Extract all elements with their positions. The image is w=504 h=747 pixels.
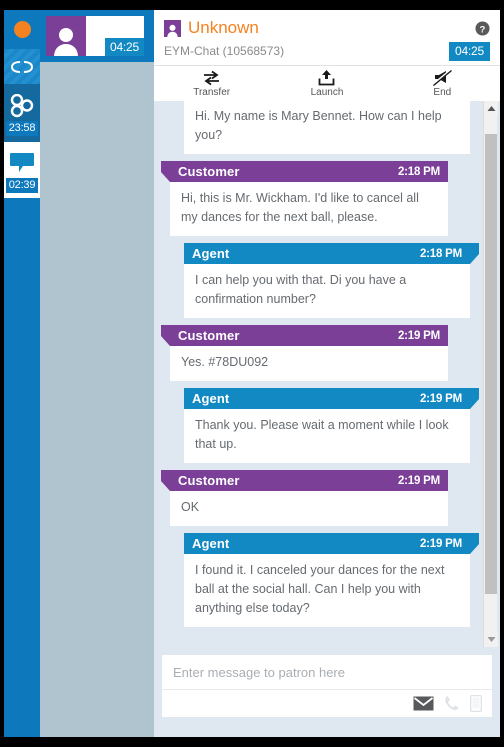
rail-badge-branch: 23:58 xyxy=(5,121,39,136)
message-header: Agent 2:19 PM xyxy=(184,533,479,554)
message-header: Customer 2:19 PM xyxy=(161,470,448,491)
launch-upload-icon xyxy=(319,70,335,86)
transfer-arrows-icon xyxy=(204,70,220,85)
email-icon[interactable] xyxy=(413,696,434,711)
end-button[interactable]: End xyxy=(385,69,500,98)
launch-button[interactable]: Launch xyxy=(269,69,384,98)
scroll-down-button[interactable] xyxy=(484,632,498,647)
message-timestamp: 2:19 PM xyxy=(397,474,440,487)
rail-item-branch-queue[interactable]: 23:58 xyxy=(4,84,40,142)
message-agent: Agent 2:18 PM I can help you with that. Di… xyxy=(184,243,479,318)
message-agent: Agent2:18 PMHi. My name is Mary Bennet. … xyxy=(184,101,470,154)
composer-actions xyxy=(162,689,492,717)
chat-application-window: 23:58 02:39 04:25 Unknown ? EYM-Chat (10… xyxy=(0,0,504,747)
mobile-icon xyxy=(470,695,482,712)
message-author: Agent xyxy=(192,246,230,261)
end-megaphone-off-icon xyxy=(432,69,452,86)
interaction-list-panel: 04:25 xyxy=(40,10,154,737)
person-icon xyxy=(54,28,78,56)
message-timestamp: 2:19 PM xyxy=(419,537,462,550)
message-author: Customer xyxy=(178,473,240,488)
rail-item-status-indicator[interactable] xyxy=(4,10,40,49)
scrollbar-thumb[interactable] xyxy=(485,134,497,594)
end-button-label: End xyxy=(433,87,452,98)
branch-nodes-icon xyxy=(10,94,34,118)
message-header: Agent 2:18 PM xyxy=(184,243,479,264)
chat-panel: Unknown ? EYM-Chat (10568573) 04:25 Tran… xyxy=(154,10,500,737)
message-header: Agent 2:19 PM xyxy=(184,388,479,409)
caret-down-icon xyxy=(487,637,495,642)
message-timestamp: 2:18 PM xyxy=(419,247,462,260)
message-customer: Customer 2:19 PM OK xyxy=(161,470,448,526)
interaction-card-timer: 04:25 xyxy=(104,38,144,56)
page-title: Unknown xyxy=(188,18,259,37)
transcript-scrollbar[interactable] xyxy=(483,101,498,647)
message-text: OK xyxy=(170,491,448,526)
chat-header: Unknown ? EYM-Chat (10568573) 04:25 xyxy=(154,10,500,65)
message-author: Customer xyxy=(178,164,240,179)
rail-badge-chat: 02:39 xyxy=(5,178,39,193)
orange-dot-icon xyxy=(13,21,31,38)
phone-icon xyxy=(444,695,460,712)
message-agent: Agent 2:19 PM Thank you. Please wait a mom… xyxy=(184,388,479,463)
help-circle-icon[interactable]: ? xyxy=(475,21,490,36)
message-author: Agent xyxy=(192,536,230,551)
chat-timer: 04:25 xyxy=(448,42,490,61)
message-customer: Customer 2:18 PM Hi, this is Mr. Wickham. … xyxy=(161,161,448,236)
avatar xyxy=(46,16,86,56)
person-icon xyxy=(167,24,178,37)
chat-transcript[interactable]: Agent 2:18 PM Hi. My name is Mary Bennet. … xyxy=(154,101,500,647)
launch-button-label: Launch xyxy=(310,87,344,98)
left-icon-rail: 23:58 02:39 xyxy=(4,10,40,737)
message-text: Hi, this is Mr. Wickham. I'd like to can… xyxy=(170,182,448,236)
message-customer: Customer 2:19 PM Yes. #78DU092 xyxy=(161,325,448,381)
message-timestamp: 2:18 PM xyxy=(397,165,440,178)
interaction-card[interactable]: 04:25 xyxy=(40,10,154,62)
chat-toolbar: Transfer Launch End xyxy=(154,65,500,101)
caret-up-icon xyxy=(487,106,495,111)
chat-subtitle: EYM-Chat (10568573) xyxy=(164,44,285,58)
message-text: I found it. I canceled your dances for t… xyxy=(184,554,470,627)
message-text: Hi. My name is Mary Bennet. How can I he… xyxy=(184,101,470,154)
message-author: Agent xyxy=(192,391,230,406)
transfer-button-label: Transfer xyxy=(193,86,231,98)
message-text: Yes. #78DU092 xyxy=(170,346,448,381)
svg-text:?: ? xyxy=(480,24,486,34)
message-timestamp: 2:19 PM xyxy=(397,329,440,342)
message-composer xyxy=(162,655,492,717)
message-input[interactable] xyxy=(162,655,492,689)
message-text: I can help you with that. Di you have a … xyxy=(184,264,470,318)
message-header: Customer 2:19 PM xyxy=(161,325,448,346)
message-author: Customer xyxy=(178,328,240,343)
message-header: Customer 2:18 PM xyxy=(161,161,448,182)
message-timestamp: 2:19 PM xyxy=(419,392,462,405)
message-agent: Agent 2:19 PM I found it. I canceled your … xyxy=(184,533,479,627)
message-text: Thank you. Please wait a moment while I … xyxy=(184,409,470,463)
rail-item-link-disabled[interactable] xyxy=(4,49,40,84)
header-avatar xyxy=(164,19,181,37)
chat-bubble-icon xyxy=(10,153,34,172)
rail-item-chat-channel[interactable]: 02:39 xyxy=(4,142,40,198)
broken-link-icon xyxy=(10,60,34,73)
transfer-button[interactable]: Transfer xyxy=(154,70,269,98)
scroll-up-button[interactable] xyxy=(484,101,498,116)
message-list: Agent 2:18 PM Hi. My name is Mary Bennet. … xyxy=(161,101,479,627)
